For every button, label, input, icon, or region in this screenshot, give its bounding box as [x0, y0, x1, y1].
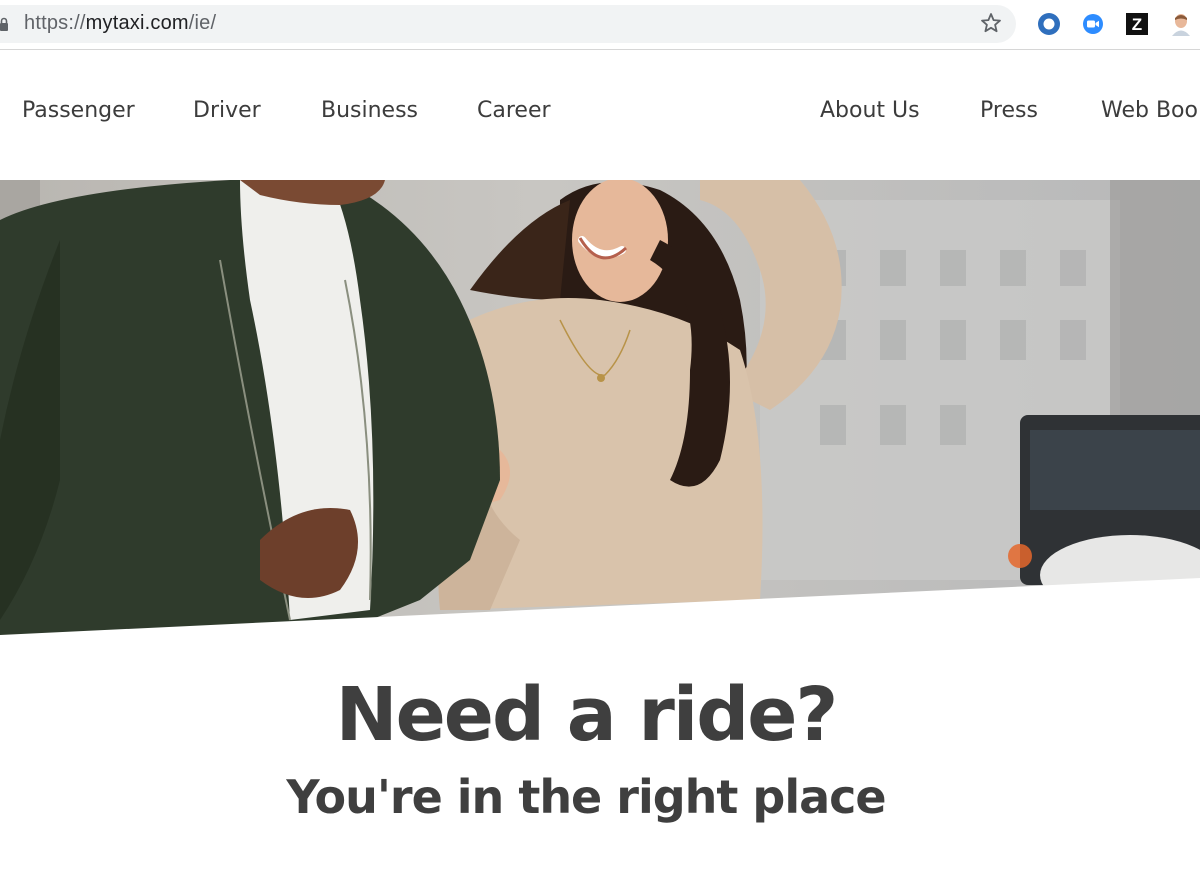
ring-extension-icon[interactable]	[1037, 12, 1061, 36]
nav-link-passenger[interactable]: Passenger	[22, 98, 135, 123]
nav-link-about-us[interactable]: About Us	[820, 98, 920, 123]
nav-link-business[interactable]: Business	[321, 98, 418, 123]
hero-image	[0, 180, 1200, 640]
lock-icon	[0, 17, 8, 31]
video-camera-extension-icon[interactable]	[1081, 12, 1105, 36]
bookmark-star-icon[interactable]	[979, 11, 1003, 35]
url-text[interactable]: https://mytaxi.com/ie/	[24, 12, 216, 35]
z-extension-icon[interactable]: Z	[1125, 12, 1149, 36]
hero-subheadline: You're in the right place	[286, 770, 886, 824]
browser-toolbar: https://mytaxi.com/ie/ Z	[0, 0, 1200, 50]
main-navigation: Passenger Driver Business Career About U…	[0, 51, 1200, 180]
avatar-extension-icon[interactable]	[1169, 12, 1193, 36]
nav-link-press[interactable]: Press	[980, 98, 1038, 123]
svg-text:Z: Z	[1132, 15, 1142, 34]
nav-link-driver[interactable]: Driver	[193, 98, 261, 123]
hero-headline: Need a ride?	[335, 672, 839, 758]
nav-link-web-book[interactable]: Web Book	[1101, 98, 1200, 123]
nav-link-career[interactable]: Career	[477, 98, 551, 123]
